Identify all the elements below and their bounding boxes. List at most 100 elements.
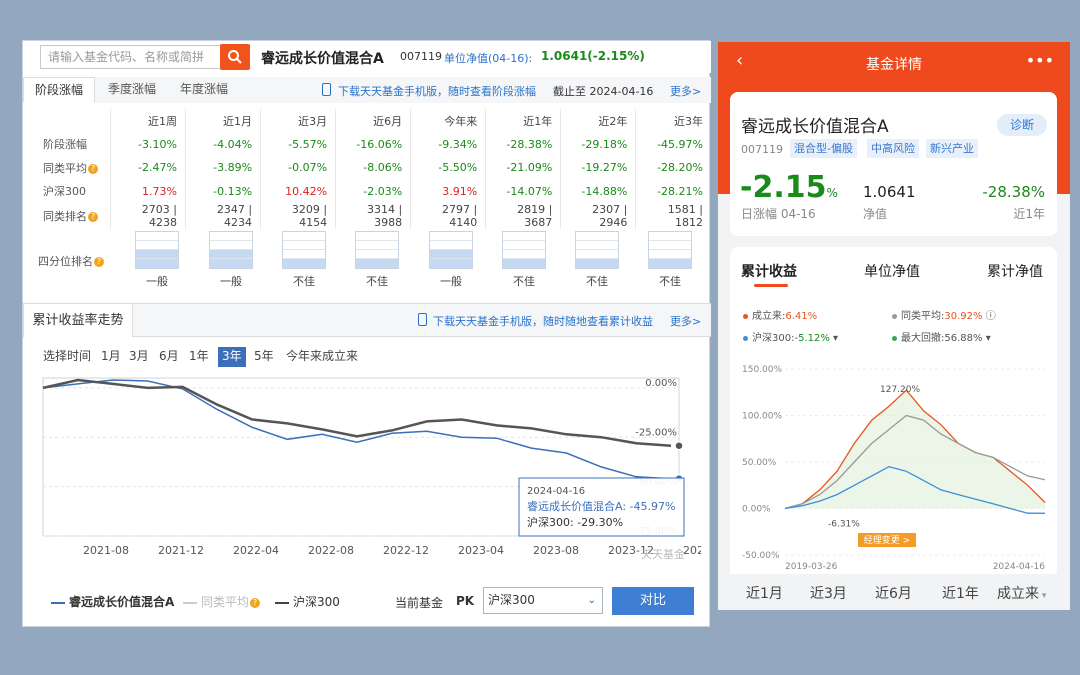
range-button[interactable]: 1年	[185, 347, 213, 367]
y-tick-label: -25.00%	[635, 427, 677, 438]
range-button[interactable]: 3年	[218, 347, 246, 367]
watermark: 天天基金	[641, 547, 685, 561]
legend-max-drawdown[interactable]: 最大回撤:56.88% ▾	[892, 329, 991, 344]
legend-item-index[interactable]: 沪深300	[275, 593, 340, 610]
range-button[interactable]: 3月	[125, 347, 153, 367]
legend-dot	[743, 335, 748, 341]
more-link-trend[interactable]: 更多>	[670, 313, 701, 329]
download-link-stage[interactable]: 下载天天基金手机版，随时查看阶段涨幅	[338, 83, 536, 99]
cumulative-return-chart[interactable]: 0.00%-25.00%-50.00%-75.00%2021-082021-12…	[41, 376, 701, 566]
range-label: 选择时间	[43, 349, 92, 363]
y-tick-label: 150.00%	[742, 365, 782, 375]
quartile-bar	[135, 231, 179, 269]
table-cell: -16.06%	[335, 132, 411, 156]
table-cell: -21.09%	[485, 156, 561, 180]
question-icon[interactable]: ?	[88, 163, 98, 174]
quartile-text: 一般	[220, 275, 242, 288]
table-cell: -14.07%	[485, 179, 561, 203]
quartile-bar	[282, 231, 326, 269]
info-icon[interactable]: ⓘ	[986, 311, 996, 322]
table-row: 沪深300 1.73% -0.13% 10.42% -2.03% 3.91% -…	[23, 179, 711, 203]
x-tick-label: 2024-04-16	[993, 562, 1046, 572]
phone-icon	[418, 313, 427, 326]
col-header: 近3月	[260, 109, 336, 133]
fund-detail-pc-panel: 请输入基金代码、名称或简拼 睿远成长价值混合A 007119 单位净值(04-1…	[22, 40, 711, 627]
range-button[interactable]: 成立来	[318, 347, 362, 367]
quartile-indicator: 一般	[135, 231, 179, 289]
quartile-text: 不佳	[586, 275, 608, 288]
table-cell: -45.97%	[635, 132, 711, 156]
legend-item-fund[interactable]: 睿远成长价值混合A	[51, 593, 174, 610]
chart-card: 累计收益 单位净值 累计净值 成立来:6.41% 同类平均:30.92% ⓘ 沪…	[730, 247, 1057, 587]
range-button[interactable]: 6月	[155, 347, 183, 367]
tab-unit-nav[interactable]: 单位净值	[864, 261, 920, 281]
y-tick-label: 0.00%	[742, 505, 771, 515]
tab-cumulative-return[interactable]: 累计收益	[741, 261, 797, 281]
range-button[interactable]: 1月	[97, 347, 125, 367]
year-change-label: 近1年	[1013, 207, 1045, 221]
as-of-date: 截止至 2024-04-16	[553, 85, 654, 98]
range-tab-1y[interactable]: 近1年	[942, 583, 979, 603]
compare-button[interactable]: 对比	[612, 587, 694, 615]
more-link-stage[interactable]: 更多>	[670, 83, 701, 99]
tag-theme: 新兴产业	[926, 139, 978, 158]
table-cell: 3314 | 3988	[335, 203, 411, 229]
pk-label: PK	[456, 594, 475, 608]
tab-year[interactable]: 年度涨幅	[171, 77, 237, 103]
legend-item-category[interactable]: 同类平均?	[183, 593, 261, 610]
diagnose-button[interactable]: 诊断	[997, 114, 1047, 136]
tab-quarter[interactable]: 季度涨幅	[99, 77, 165, 103]
chevron-down-icon: ⌄	[587, 595, 596, 606]
table-cell: -2.03%	[335, 179, 411, 203]
table-cell: 1581 | 1812	[635, 203, 711, 229]
top-bar: 请输入基金代码、名称或简拼 睿远成长价值混合A 007119 单位净值(04-1…	[23, 41, 711, 73]
quartile-text: 不佳	[293, 275, 315, 288]
question-icon[interactable]: ?	[250, 597, 261, 608]
mobile-range-tabs: 近1月 近3月 近6月 近1年 成立来 ▾	[718, 574, 1070, 610]
caret-down-icon: ▾	[985, 333, 991, 344]
more-dots-icon[interactable]: •••	[1026, 51, 1054, 70]
page-title: 基金详情	[866, 57, 922, 73]
table-cell: 2307 | 2946	[560, 203, 636, 229]
performance-table: 近1周 近1月 近3月 近6月 今年来 近1年 近2年 近3年 阶段涨幅 -3.…	[23, 109, 711, 229]
table-row: 同类平均? -2.47% -3.89% -0.07% -8.06% -5.50%…	[23, 156, 711, 180]
table-cell: 2797 | 4140	[410, 203, 486, 229]
day-change: -2.15%	[740, 170, 838, 205]
legend-dot	[892, 335, 897, 341]
y-tick-label: 100.00%	[742, 412, 782, 422]
x-tick-label: 2022-12	[383, 544, 429, 557]
legend-index[interactable]: 沪深300:-5.12% ▾	[743, 329, 838, 344]
tab-trend[interactable]: 累计收益率走势	[23, 303, 133, 338]
peak-annotation: 127.20%	[880, 385, 920, 395]
range-tab-6m[interactable]: 近6月	[875, 583, 912, 603]
tooltip-fund: 睿远成长价值混合A: -45.97%	[527, 499, 675, 513]
trend-section-header: 累计收益率走势 下载天天基金手机版，随时随地查看累计收益 更多>	[23, 303, 711, 338]
range-tab-inception[interactable]: 成立来 ▾	[997, 583, 1046, 603]
col-header: 近2年	[560, 109, 636, 133]
mobile-return-chart[interactable]: 150.00% 100.00% 50.00% 0.00% -50.00% 2019-03-…	[730, 357, 1057, 587]
table-cell: -28.21%	[635, 179, 711, 203]
range-button[interactable]: 5年	[250, 347, 278, 367]
legend-since-inception: 成立来:6.41%	[743, 307, 817, 322]
question-icon[interactable]: ?	[94, 257, 104, 267]
tab-accum-nav[interactable]: 累计净值	[987, 261, 1043, 281]
table-cell: -3.10%	[109, 132, 186, 156]
download-link-trend[interactable]: 下载天天基金手机版，随时随地查看累计收益	[433, 313, 653, 329]
quartile-indicator: 不佳	[575, 231, 619, 289]
range-tab-1m[interactable]: 近1月	[746, 583, 783, 603]
row-label: 同类平均?	[23, 156, 110, 180]
x-tick-label: 2024-04	[683, 544, 701, 557]
day-change-label: 日涨幅 04-16	[741, 207, 816, 221]
search-button[interactable]	[220, 44, 250, 70]
search-input[interactable]: 请输入基金代码、名称或简拼	[40, 45, 220, 69]
tab-stage[interactable]: 阶段涨幅	[23, 77, 95, 103]
range-tab-3m[interactable]: 近3月	[810, 583, 847, 603]
tag-risk: 中高风险	[867, 139, 919, 158]
table-cell: -14.88%	[560, 179, 636, 203]
table-row: 阶段涨幅 -3.10% -4.04% -5.57% -16.06% -9.34%…	[23, 132, 711, 156]
quartile-indicator: 不佳	[282, 231, 326, 289]
question-icon[interactable]: ?	[88, 212, 98, 222]
y-tick-label: -50.00%	[742, 551, 780, 561]
legend-dot	[743, 313, 748, 319]
compare-select[interactable]: 沪深300 ⌄	[483, 587, 603, 614]
